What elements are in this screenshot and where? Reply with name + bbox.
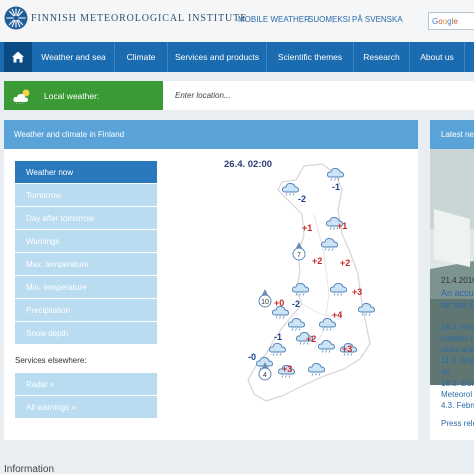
news-item-line[interactable]: air bbox=[441, 367, 450, 376]
brand-name: FINNISH METEOROLOGICAL INSTITUTE bbox=[31, 13, 248, 24]
nav-scientific-themes[interactable]: Scientific themes bbox=[266, 42, 353, 72]
nav-research[interactable]: Research bbox=[353, 42, 409, 72]
temperature-label: +2 bbox=[306, 334, 316, 344]
temperature-label: +2 bbox=[312, 256, 322, 266]
pa-svenska-link[interactable]: PÅ SVENSKA bbox=[352, 15, 403, 24]
menu-weather-now[interactable]: Weather now bbox=[15, 161, 157, 183]
cloud-icon bbox=[271, 305, 289, 319]
inner-border bbox=[301, 213, 343, 350]
temperature-label: -2 bbox=[298, 194, 306, 204]
cloud-icon bbox=[317, 339, 335, 353]
site-search-input[interactable]: Google bbox=[428, 12, 474, 30]
svg-text:4: 4 bbox=[263, 372, 267, 379]
cloud-icon bbox=[329, 282, 347, 296]
temperature-label: +3 bbox=[342, 344, 352, 354]
radar-link[interactable]: Radar » bbox=[15, 373, 157, 395]
mobile-weather-link[interactable]: MOBILE WEATHER bbox=[238, 15, 310, 24]
menu-snow-depth[interactable]: Snow depth bbox=[15, 322, 157, 344]
temperature-label: -1 bbox=[332, 182, 340, 192]
cloud-icon bbox=[320, 237, 338, 251]
temperature-label: +1 bbox=[337, 221, 347, 231]
suomeksi-link[interactable]: SUOMEKSI bbox=[308, 15, 350, 24]
menu-day-after-tomorrow[interactable]: Day after tomorrow bbox=[15, 207, 157, 229]
panel-title: Weather and climate in Finland bbox=[4, 120, 418, 149]
cloud-icon bbox=[307, 362, 325, 376]
news-item-line[interactable]: cities and bbox=[441, 345, 474, 354]
cloud-icon bbox=[287, 317, 305, 331]
menu-max-temperature[interactable]: Max. temperature bbox=[15, 253, 157, 275]
temperature-label: +1 bbox=[302, 223, 312, 233]
news-item-line[interactable]: 18.3. ESA bbox=[441, 379, 474, 388]
temperature-label: +3 bbox=[282, 364, 292, 374]
wind-speed-marker: 10 bbox=[258, 289, 272, 308]
map-timestamp: 26.4. 02:00 bbox=[224, 159, 273, 170]
news-item-line[interactable]: Meteorol bbox=[441, 390, 472, 399]
local-weather-label: Local weather: bbox=[4, 81, 163, 110]
news-title: Latest news bbox=[430, 120, 474, 149]
cloud-icon bbox=[291, 282, 309, 296]
nav-weather-and-sea[interactable]: Weather and sea bbox=[33, 42, 114, 72]
news-item-line[interactable]: 18.4. Firs bbox=[441, 323, 474, 332]
temperature-label: +3 bbox=[352, 287, 362, 297]
local-weather-text: Local weather: bbox=[44, 91, 100, 101]
menu-tomorrow[interactable]: Tomorrow bbox=[15, 184, 157, 206]
home-icon bbox=[12, 51, 24, 63]
location-search-input[interactable] bbox=[163, 81, 474, 110]
news-headline-line-1[interactable]: An accurate bbox=[441, 288, 474, 298]
wind-speed-marker: 7 bbox=[292, 242, 306, 261]
news-date: 21.4.2016 bbox=[441, 276, 474, 285]
cloud-icon bbox=[281, 182, 299, 196]
site-header: FINNISH METEOROLOGICAL INSTITUTE MOBILE … bbox=[0, 0, 474, 42]
temperature-label: +0 bbox=[274, 298, 284, 308]
all-warnings-link[interactable]: All warnings » bbox=[15, 396, 157, 418]
fmi-logo-icon[interactable] bbox=[4, 6, 28, 30]
news-item-line[interactable]: number c bbox=[441, 334, 474, 343]
svg-text:7: 7 bbox=[297, 252, 301, 259]
cloud-icon bbox=[318, 317, 336, 331]
map-canvas: -1 -2 +1 +1 +2 +2 +3 +0 -2 +4 -1 +2 +3 -0 +3 7 10 4 bbox=[247, 163, 375, 402]
nav-climate[interactable]: Climate bbox=[114, 42, 167, 72]
news-headline-line-2[interactable]: for the Ea bbox=[441, 300, 474, 310]
latest-news-panel: Latest news 21.4.2016 An accurate for th… bbox=[430, 120, 474, 440]
information-heading: Information bbox=[4, 464, 55, 474]
temperature-label: +2 bbox=[340, 258, 350, 268]
finland-weather-map[interactable]: 26.4. 02:00 -1 -2 +1 +1 +2 +2 +3 +0 -2 +4 -1 +2 +3 -0… bbox=[174, 154, 414, 440]
temperature-label: +4 bbox=[332, 310, 342, 320]
news-item-line[interactable]: 11.4. Dryi bbox=[441, 356, 474, 365]
main-navigation: Weather and sea Climate Services and pro… bbox=[0, 42, 474, 72]
nav-services-and-products[interactable]: Services and products bbox=[167, 42, 266, 72]
cloud-icon bbox=[268, 342, 286, 356]
menu-precipitation[interactable]: Precipitation bbox=[15, 299, 157, 321]
svg-text:10: 10 bbox=[261, 299, 269, 306]
weather-climate-panel: Weather and climate in Finland Weather n… bbox=[4, 120, 418, 440]
temperature-label: -1 bbox=[274, 332, 282, 342]
cloud-icon bbox=[357, 302, 375, 316]
press-releases-link[interactable]: Press rele bbox=[441, 419, 474, 428]
menu-warnings[interactable]: Warnings bbox=[15, 230, 157, 252]
news-item-line[interactable]: 4.3. Febru bbox=[441, 401, 474, 410]
services-elsewhere-heading: Services elsewhere: bbox=[15, 356, 87, 365]
temperature-label: -2 bbox=[292, 299, 300, 309]
nav-about-us[interactable]: About us bbox=[409, 42, 464, 72]
menu-min-temperature[interactable]: Min. temperature bbox=[15, 276, 157, 298]
nav-more[interactable] bbox=[464, 42, 474, 72]
home-button[interactable] bbox=[4, 42, 32, 72]
partly-cloudy-icon bbox=[13, 89, 30, 104]
temperature-label: -0 bbox=[248, 352, 256, 362]
